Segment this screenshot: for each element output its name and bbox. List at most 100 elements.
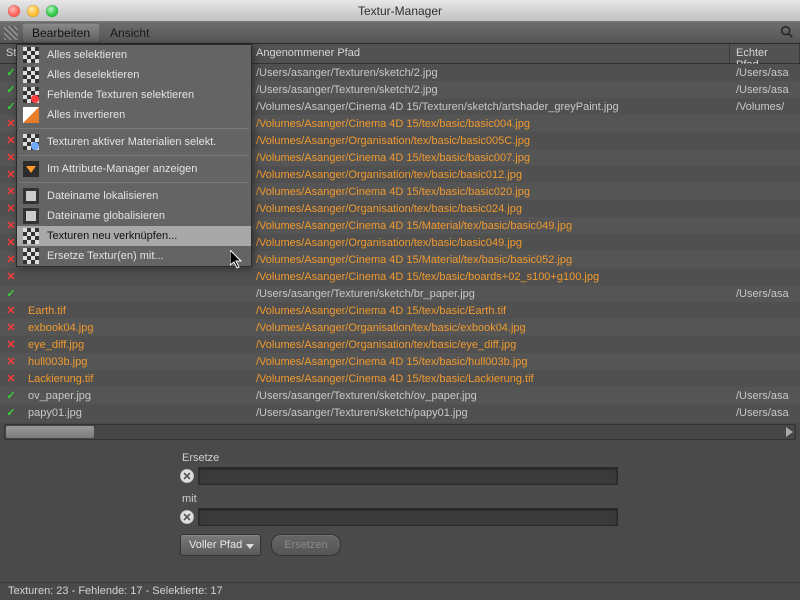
path-cell: /Volumes/Asanger/Cinema 4D 15/Material/t… <box>250 254 730 266</box>
checker-mat-icon <box>23 134 39 150</box>
path-cell: /Volumes/Asanger/Organisation/tex/basic/… <box>250 203 730 215</box>
realpath-cell: /Users/asa <box>730 407 800 419</box>
menu-separator <box>19 155 249 156</box>
path-cell: /Volumes/Asanger/Cinema 4D 15/tex/basic/… <box>250 118 730 130</box>
table-row[interactable]: ✕exbook04.jpg/Volumes/Asanger/Organisati… <box>0 319 800 336</box>
table-row[interactable]: ✕eye_diff.jpg/Volumes/Asanger/Organisati… <box>0 336 800 353</box>
table-row[interactable]: ✓ov_paper.jpg/Users/asanger/Texturen/ske… <box>0 387 800 404</box>
replace-panel: Ersetze mit Voller Pfad Ersetzen <box>0 444 800 582</box>
status-cell: ✕ <box>0 372 22 385</box>
status-cell: ✓ <box>0 406 22 419</box>
menu-item-label: Alles invertieren <box>47 109 125 121</box>
menu-view[interactable]: Ansicht <box>100 23 159 43</box>
menu-item-deselect-all[interactable]: Alles deselektieren <box>17 65 251 85</box>
menu-item-label: Alles deselektieren <box>47 69 139 81</box>
texture-cell: hull003b.jpg <box>22 356 250 368</box>
table-row[interactable]: ✕sky preset graphicfullmoon.psd/Volumes/… <box>0 421 800 422</box>
mouse-cursor-icon <box>230 250 244 270</box>
realpath-cell: /Users/asa <box>730 67 800 79</box>
table-row[interactable]: ✓ /Users/asanger/Texturen/sketch/br_paper… <box>0 285 800 302</box>
menu-item-label: Ersetze Textur(en) mit... <box>47 250 164 262</box>
texture-cell: Lackierung.tif <box>22 373 250 385</box>
path-mode-dropdown[interactable]: Voller Pfad <box>180 534 261 556</box>
path-cell: /Volumes/Asanger/Organisation/tex/basic/… <box>250 339 730 351</box>
menu-item-label: Texturen aktiver Materialien selekt. <box>47 136 216 148</box>
menu-item-localize[interactable]: Dateiname lokalisieren <box>17 186 251 206</box>
menu-item-relink[interactable]: Texturen neu verknüpfen... <box>17 226 251 246</box>
scroll-right-arrow-icon[interactable] <box>786 427 793 437</box>
menu-item-label: Alles selektieren <box>47 49 127 61</box>
status-cell: ✕ <box>0 338 22 351</box>
table-row[interactable]: ✓papy01.jpg/Users/asanger/Texturen/sketc… <box>0 404 800 421</box>
window-title: Textur-Manager <box>0 4 800 18</box>
path-cell: /Users/asanger/Texturen/sketch/papy01.jp… <box>250 407 730 419</box>
replace-button[interactable]: Ersetzen <box>271 534 340 556</box>
column-path[interactable]: Angenommener Pfad <box>250 44 730 63</box>
column-realpath[interactable]: Echter Pfad <box>730 44 800 63</box>
menu-item-select-all[interactable]: Alles selektieren <box>17 45 251 65</box>
localize-icon <box>23 188 39 204</box>
status-cell: ✕ <box>0 321 22 334</box>
menu-separator <box>19 182 249 183</box>
search-icon[interactable] <box>780 25 794 39</box>
menu-separator <box>19 128 249 129</box>
with-label: mit <box>180 493 800 505</box>
menu-item-invert[interactable]: Alles invertieren <box>17 105 251 125</box>
checker-warn-icon <box>23 87 39 103</box>
horizontal-scrollbar[interactable] <box>4 424 796 440</box>
menu-edit[interactable]: Bearbeiten <box>22 23 100 43</box>
menu-item-select-active[interactable]: Texturen aktiver Materialien selekt. <box>17 132 251 152</box>
checker-icon <box>23 47 39 63</box>
table-row[interactable]: ✕/Volumes/Asanger/Cinema 4D 15/tex/basic… <box>0 268 800 285</box>
menubar-gripper-icon <box>4 26 18 40</box>
menu-item-label: Fehlende Texturen selektieren <box>47 89 194 101</box>
path-cell: /Volumes/Asanger/Cinema 4D 15/tex/basic/… <box>250 152 730 164</box>
path-cell: /Users/asanger/Texturen/sketch/br_paper.… <box>250 288 730 300</box>
path-cell: /Volumes/Asanger/Organisation/tex/basic/… <box>250 237 730 249</box>
path-cell: /Users/asanger/Texturen/sketch/2.jpg <box>250 67 730 79</box>
table-row[interactable]: ✕Lackierung.tif/Volumes/Asanger/Cinema 4… <box>0 370 800 387</box>
window-titlebar: Textur-Manager <box>0 0 800 22</box>
menu-item-label: Im Attribute-Manager anzeigen <box>47 163 197 175</box>
menu-item-show-attr[interactable]: Im Attribute-Manager anzeigen <box>17 159 251 179</box>
status-cell: ✓ <box>0 287 22 300</box>
texture-cell: exbook04.jpg <box>22 322 250 334</box>
relink-icon <box>23 228 39 244</box>
dropdown-label: Voller Pfad <box>189 539 242 551</box>
table-row[interactable]: ✕Earth.tif/Volumes/Asanger/Cinema 4D 15/… <box>0 302 800 319</box>
path-cell: /Users/asanger/Texturen/sketch/ov_paper.… <box>250 390 730 402</box>
menu-item-select-missing[interactable]: Fehlende Texturen selektieren <box>17 85 251 105</box>
status-cell: ✕ <box>0 304 22 317</box>
path-cell: /Volumes/Asanger/Cinema 4D 15/Texturen/s… <box>250 101 730 113</box>
replace-target-input[interactable] <box>198 508 618 526</box>
status-cell: ✕ <box>0 270 22 283</box>
path-cell: /Volumes/Asanger/Organisation/tex/basic/… <box>250 135 730 147</box>
replace-label: Ersetze <box>180 452 800 464</box>
texture-cell: eye_diff.jpg <box>22 339 250 351</box>
status-cell: ✕ <box>0 355 22 368</box>
replace-button-label: Ersetzen <box>284 539 327 551</box>
checker-empty-icon <box>23 67 39 83</box>
path-cell: /Volumes/Asanger/Organisation/tex/basic/… <box>250 322 730 334</box>
replace-source-input[interactable] <box>198 467 618 485</box>
arrow-down-icon <box>23 161 39 177</box>
path-cell: /Volumes/Asanger/Cinema 4D 15/tex/basic/… <box>250 356 730 368</box>
texture-cell: Earth.tif <box>22 305 250 317</box>
clear-with-button[interactable] <box>180 510 194 524</box>
menu-item-label: Dateiname lokalisieren <box>47 190 158 202</box>
clear-replace-button[interactable] <box>180 469 194 483</box>
menu-item-globalize[interactable]: Dateiname globalisieren <box>17 206 251 226</box>
path-cell: /Volumes/Asanger/Cinema 4D 15/tex/basic/… <box>250 186 730 198</box>
edit-menu: Alles selektieren Alles deselektieren Fe… <box>16 44 252 267</box>
replace-icon <box>23 248 39 264</box>
status-bar: Texturen: 23 - Fehlende: 17 - Selektiert… <box>0 582 800 600</box>
menu-item-label: Texturen neu verknüpfen... <box>47 230 177 242</box>
menubar: Bearbeiten Ansicht <box>0 22 800 44</box>
invert-icon <box>23 107 39 123</box>
table-row[interactable]: ✕hull003b.jpg/Volumes/Asanger/Cinema 4D … <box>0 353 800 370</box>
scrollbar-thumb[interactable] <box>6 426 94 438</box>
realpath-cell: /Users/asa <box>730 84 800 96</box>
menu-item-replace-with[interactable]: Ersetze Textur(en) mit... <box>17 246 251 266</box>
realpath-cell: /Users/asa <box>730 288 800 300</box>
path-cell: /Volumes/Asanger/Cinema 4D 15/tex/basic/… <box>250 373 730 385</box>
